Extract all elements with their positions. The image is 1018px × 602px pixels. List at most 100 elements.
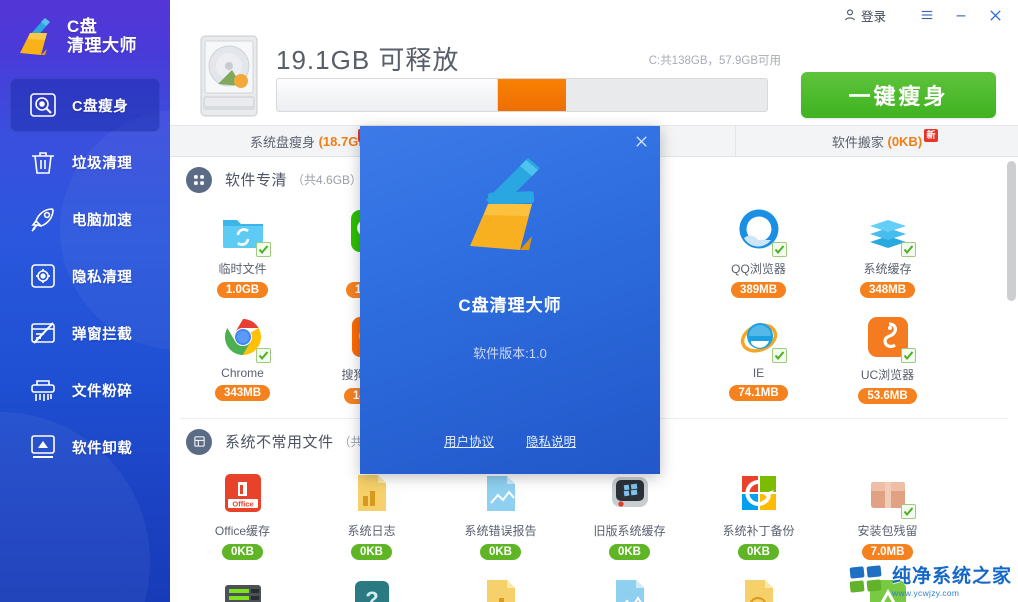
list-item[interactable]: ? 帮助文件 0KB (307, 570, 436, 602)
checkbox-checked[interactable] (900, 504, 916, 519)
sidebar-item-label: 电脑加速 (72, 212, 133, 229)
item-name: 系统错误报告 (464, 524, 537, 538)
sidebar-item-label: 隐私清理 (72, 269, 133, 286)
list-item[interactable]: 转移虚拟内存 13.0GB (178, 570, 307, 602)
tab-new-badge: 新 (924, 129, 938, 142)
list-item[interactable] (565, 570, 694, 602)
list-item[interactable]: 系统错误报告 0KB (436, 464, 565, 570)
dialog-version: 软件版本:1.0 (473, 346, 547, 361)
item-size: 74.1MB (729, 385, 788, 401)
item-size: 0KB (479, 544, 521, 560)
shield-gear-icon (28, 261, 58, 291)
watermark-text: 纯净系统之家 www.ycwjzy.com (892, 561, 1012, 598)
list-item[interactable] (694, 570, 823, 602)
svg-text:?: ? (365, 587, 378, 602)
list-item[interactable]: UC浏览器 53.6MB (823, 308, 952, 414)
item-name: 旧版系统缓存 (593, 524, 666, 538)
minimize-icon[interactable] (944, 1, 978, 29)
item-size: 1.0GB (216, 282, 269, 298)
privacy-statement-link[interactable]: 隐私说明 (526, 431, 576, 450)
sidebar-item-label: 文件粉碎 (72, 383, 133, 400)
apps-grid-icon (186, 166, 212, 193)
list-item[interactable] (436, 570, 565, 602)
list-item[interactable]: 安装包残留 7.0MB (823, 464, 952, 570)
close-icon[interactable] (630, 130, 652, 152)
package-icon (865, 470, 916, 519)
list-item[interactable]: 系统补丁备份 0KB (694, 464, 823, 570)
content-scrollbar[interactable] (1007, 161, 1016, 593)
sidebar-item-file-shred[interactable]: 文件粉碎 (10, 363, 160, 417)
hamburger-icon[interactable] (910, 1, 944, 29)
list-item[interactable]: Office Office缓存 0KB (178, 464, 307, 570)
sidebar-item-label: 垃圾清理 (72, 155, 133, 172)
watermark: 纯净系统之家 www.ycwjzy.com (848, 561, 1012, 598)
app-brand: C盘 清理大师 (0, 0, 170, 72)
checkbox-checked[interactable] (255, 242, 271, 257)
tab-label: 软件搬家 (831, 134, 884, 150)
section-title: 系统不常用文件 (225, 434, 334, 451)
item-size: 53.6MB (858, 388, 917, 404)
login-button[interactable]: 登录 (843, 6, 886, 25)
item-name: 系统日志 (347, 524, 396, 538)
sidebar-item-privacy-clean[interactable]: 隐私清理 (10, 249, 160, 303)
sidebar-nav: C盘瘦身 垃圾清理 电脑加速 隐私清理 弹窗拦截 文件粉碎 软件卸载 (0, 78, 170, 474)
list-item[interactable]: 系统缓存 348MB (823, 202, 952, 308)
broom-icon (14, 13, 60, 59)
broom-icon (450, 148, 570, 268)
watermark-logo-icon (849, 564, 882, 593)
checkbox-checked[interactable] (771, 348, 787, 363)
one-key-slim-button[interactable]: 一键瘦身 (801, 72, 996, 118)
chrome-icon (220, 314, 271, 363)
system-files-icon (186, 428, 212, 455)
content-scrollbar-thumb[interactable] (1007, 161, 1016, 301)
login-label: 登录 (860, 9, 886, 24)
item-size: 343MB (214, 385, 271, 401)
disk-usage-bar-releasable (497, 79, 567, 111)
list-item[interactable]: 临时文件 1.0GB (178, 202, 307, 308)
sidebar-item-c-slim[interactable]: C盘瘦身 (10, 78, 160, 132)
qq-browser-icon (736, 208, 787, 257)
checkbox-checked[interactable] (771, 242, 787, 257)
item-size: 348MB (859, 282, 916, 298)
item-size: 389MB (730, 282, 787, 298)
sidebar-item-popup-block[interactable]: 弹窗拦截 (10, 306, 160, 360)
layers-icon (865, 208, 916, 257)
item-name: 临时文件 (218, 262, 267, 276)
item-size: 7.0MB (861, 544, 914, 560)
checkbox-checked[interactable] (255, 348, 271, 363)
dialog-links: 用户协议 隐私说明 (360, 431, 660, 450)
item-size: 0KB (608, 544, 650, 560)
sidebar-item-junk-clean[interactable]: 垃圾清理 (10, 135, 160, 189)
sidebar-item-pc-accelerate[interactable]: 电脑加速 (10, 192, 160, 246)
sidebar-item-label: C盘瘦身 (72, 98, 129, 115)
list-item[interactable]: QQ浏览器 389MB (694, 202, 823, 308)
list-item[interactable]: Chrome 343MB (178, 308, 307, 414)
disk-summary-header: 19.1GB 可释放 C:共138GB，57.9GB可用 一键瘦身 (170, 30, 1018, 125)
tab-software-move[interactable]: 软件搬家 (0KB) 新 (735, 126, 1018, 156)
user-agreement-link[interactable]: 用户协议 (444, 431, 494, 450)
popup-block-icon (28, 318, 58, 348)
close-icon[interactable] (978, 1, 1012, 29)
trash-icon (28, 147, 58, 177)
watermark-url: www.ycwjzy.com (891, 588, 960, 598)
tab-label: 系统盘瘦身 (249, 134, 315, 150)
dialog-app-name: C盘清理大师 (458, 296, 562, 315)
sidebar-item-uninstall[interactable]: 软件卸载 (10, 420, 160, 474)
item-name: IE (752, 366, 765, 380)
disk-capacity-info: C:共138GB，57.9GB可用 (648, 55, 781, 67)
checkbox-checked[interactable] (900, 348, 916, 363)
old-windows-icon (607, 470, 653, 516)
list-item[interactable]: IE 74.1MB (694, 308, 823, 414)
disk-usage-bar (276, 78, 768, 112)
checkbox-checked[interactable] (900, 242, 916, 257)
sidebar: C盘 清理大师 C盘瘦身 垃圾清理 电脑加速 隐私清理 弹窗拦截 文件粉碎 软件… (0, 0, 170, 602)
list-item[interactable]: 旧版系统缓存 0KB (565, 464, 694, 570)
office-icon: Office (220, 470, 266, 516)
item-size: 0KB (350, 544, 392, 560)
item-name: Office缓存 (214, 524, 271, 538)
item-size: 0KB (221, 544, 263, 560)
list-item[interactable]: 系统日志 0KB (307, 464, 436, 570)
section-title: 软件专清 (225, 172, 288, 189)
document-icon (478, 576, 524, 602)
windows-update-icon (736, 470, 782, 516)
